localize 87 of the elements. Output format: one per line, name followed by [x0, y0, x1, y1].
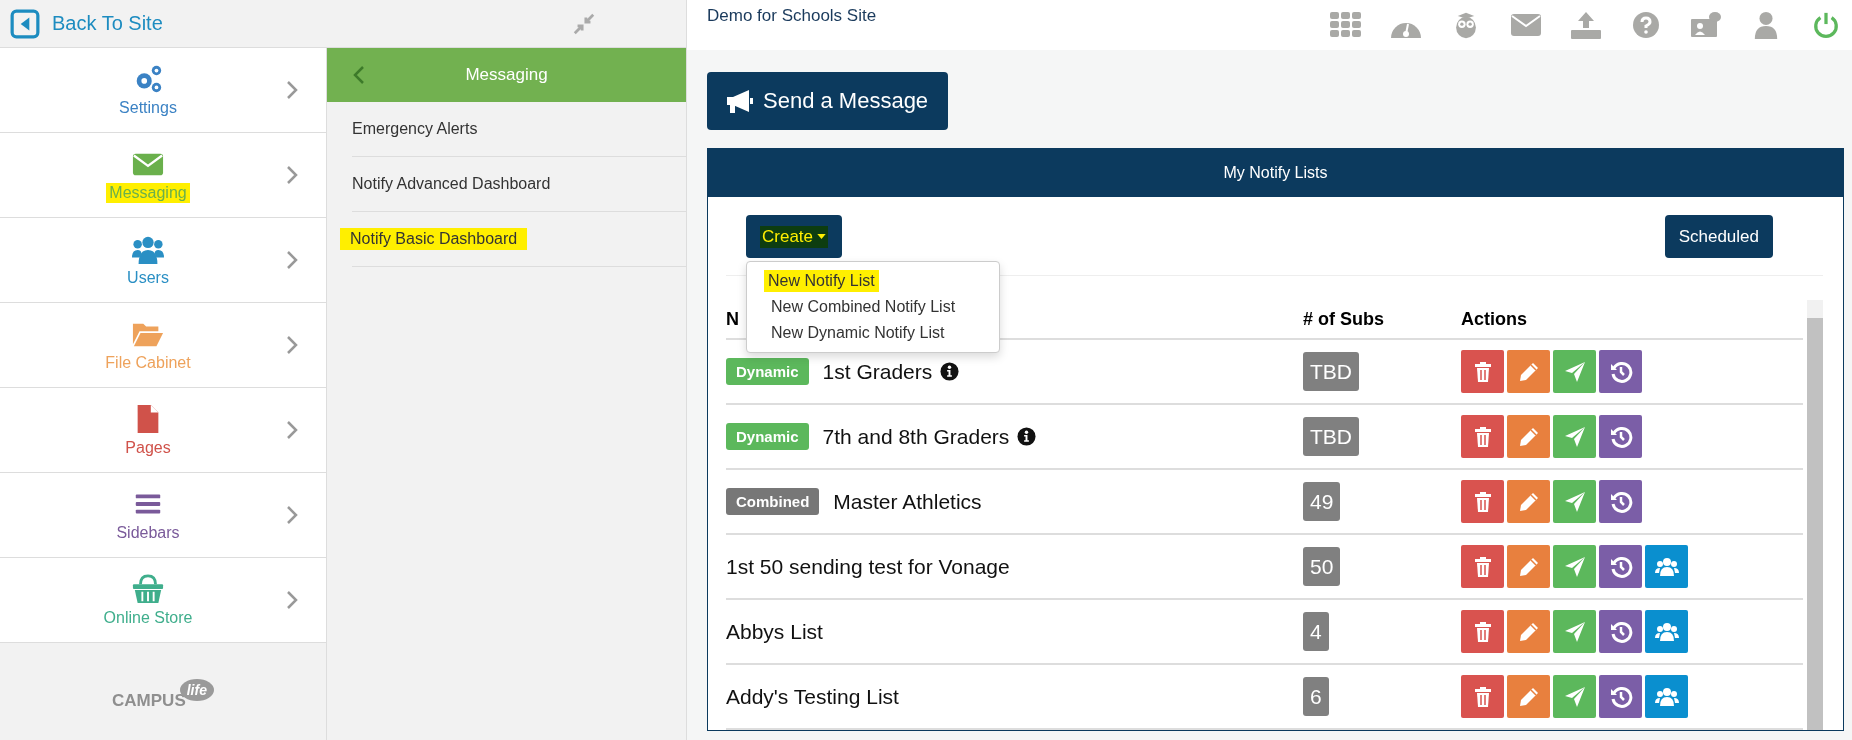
nav-item[interactable]: Users	[0, 218, 326, 303]
members-button[interactable]	[1645, 675, 1688, 718]
upload-icon[interactable]	[1570, 11, 1602, 39]
subscriber-count-badge: 49	[1303, 481, 1341, 521]
chevron-right-icon	[286, 80, 298, 100]
megaphone-icon	[725, 88, 755, 114]
list-name: Abbys List	[726, 619, 823, 644]
delete-button[interactable]	[1461, 350, 1504, 393]
collapse-icon[interactable]	[572, 11, 596, 36]
submenu-header: Messaging	[327, 48, 686, 102]
send-button[interactable]	[1553, 675, 1596, 718]
info-icon[interactable]	[1017, 427, 1037, 446]
delete-button[interactable]	[1461, 545, 1504, 588]
nav-item[interactable]: Settings	[0, 48, 326, 133]
members-button[interactable]	[1645, 610, 1688, 653]
chevron-right-icon	[286, 420, 298, 440]
subscriber-count-badge: TBD	[1303, 351, 1359, 391]
subscriber-count-badge: 50	[1303, 546, 1341, 586]
submenu-link[interactable]: Notify Basic Dashboard	[340, 228, 528, 250]
delete-button[interactable]	[1461, 675, 1504, 718]
delete-button[interactable]	[1461, 610, 1504, 653]
send-message-button[interactable]: Send a Message	[707, 72, 949, 130]
column-header: Actions	[1461, 308, 1527, 329]
history-button[interactable]	[1599, 350, 1642, 393]
caret-icon	[817, 234, 827, 239]
site-title: Demo for Schools Site	[707, 6, 877, 27]
edit-button[interactable]	[1507, 415, 1550, 458]
back-chevron-icon[interactable]	[353, 65, 365, 85]
edit-button[interactable]	[1507, 675, 1550, 718]
chevron-right-icon	[286, 165, 298, 185]
mail-icon[interactable]	[1510, 11, 1542, 39]
chevron-right-icon	[286, 590, 298, 610]
history-button[interactable]	[1599, 415, 1642, 458]
submenu-link[interactable]: Emergency Alerts	[348, 118, 482, 140]
chevron-right-icon	[286, 250, 298, 270]
menu-item[interactable]: New Dynamic Notify List	[767, 322, 949, 344]
list-type-badge: Dynamic	[726, 358, 809, 385]
column-header: N	[726, 308, 739, 330]
submenu-link[interactable]: Notify Advanced Dashboard	[348, 173, 555, 195]
create-button[interactable]: Create	[746, 215, 843, 258]
list-type-badge: Combined	[726, 488, 820, 515]
history-button[interactable]	[1599, 545, 1642, 588]
column-header: # of Subs	[1303, 308, 1384, 329]
send-button[interactable]	[1553, 415, 1596, 458]
edit-button[interactable]	[1507, 350, 1550, 393]
menu-item[interactable]: New Notify List	[764, 270, 879, 292]
grid-icon[interactable]	[1330, 11, 1362, 39]
delete-button[interactable]	[1461, 480, 1504, 523]
video-chat-icon[interactable]	[1690, 11, 1722, 39]
history-icon	[1608, 554, 1633, 579]
panel-header: My Notify Lists	[708, 149, 1843, 197]
history-button[interactable]	[1599, 675, 1642, 718]
chevron-right-icon	[286, 505, 298, 525]
send-button[interactable]	[1553, 610, 1596, 653]
edit-button[interactable]	[1507, 610, 1550, 653]
send-button[interactable]	[1553, 350, 1596, 393]
subscriber-count-badge: 4	[1303, 611, 1329, 651]
list-name: Addy's Testing List	[726, 684, 899, 709]
nav-item[interactable]: Pages	[0, 388, 326, 473]
info-icon[interactable]	[940, 362, 960, 381]
edit-button[interactable]	[1507, 480, 1550, 523]
list-name: 7th and 8th Graders	[822, 424, 1010, 449]
list-name: 1st Graders	[822, 359, 933, 384]
chevron-right-icon	[286, 335, 298, 355]
edit-button[interactable]	[1507, 545, 1550, 588]
history-icon	[1608, 424, 1633, 449]
scrollbar[interactable]	[1807, 300, 1823, 730]
subscriber-count-badge: 6	[1303, 676, 1329, 716]
basket-icon	[132, 572, 164, 605]
history-icon	[1608, 489, 1633, 514]
history-icon	[1608, 359, 1633, 384]
send-button[interactable]	[1553, 545, 1596, 588]
scheduled-button[interactable]: Scheduled	[1664, 215, 1773, 258]
history-icon	[1608, 684, 1633, 709]
history-button[interactable]	[1599, 480, 1642, 523]
subscriber-count-badge: TBD	[1303, 416, 1359, 456]
list-name: 1st 50 sending test for Vonage	[726, 554, 1010, 579]
history-button[interactable]	[1599, 610, 1642, 653]
nav-item[interactable]: Sidebars	[0, 473, 326, 558]
members-button[interactable]	[1645, 545, 1688, 588]
history-icon	[1608, 619, 1633, 644]
list-type-badge: Dynamic	[726, 423, 809, 450]
delete-button[interactable]	[1461, 415, 1504, 458]
help-icon[interactable]	[1630, 11, 1662, 39]
list-name: Master Athletics	[833, 489, 982, 514]
menu-item[interactable]: New Combined Notify List	[767, 296, 960, 318]
send-button[interactable]	[1553, 480, 1596, 523]
